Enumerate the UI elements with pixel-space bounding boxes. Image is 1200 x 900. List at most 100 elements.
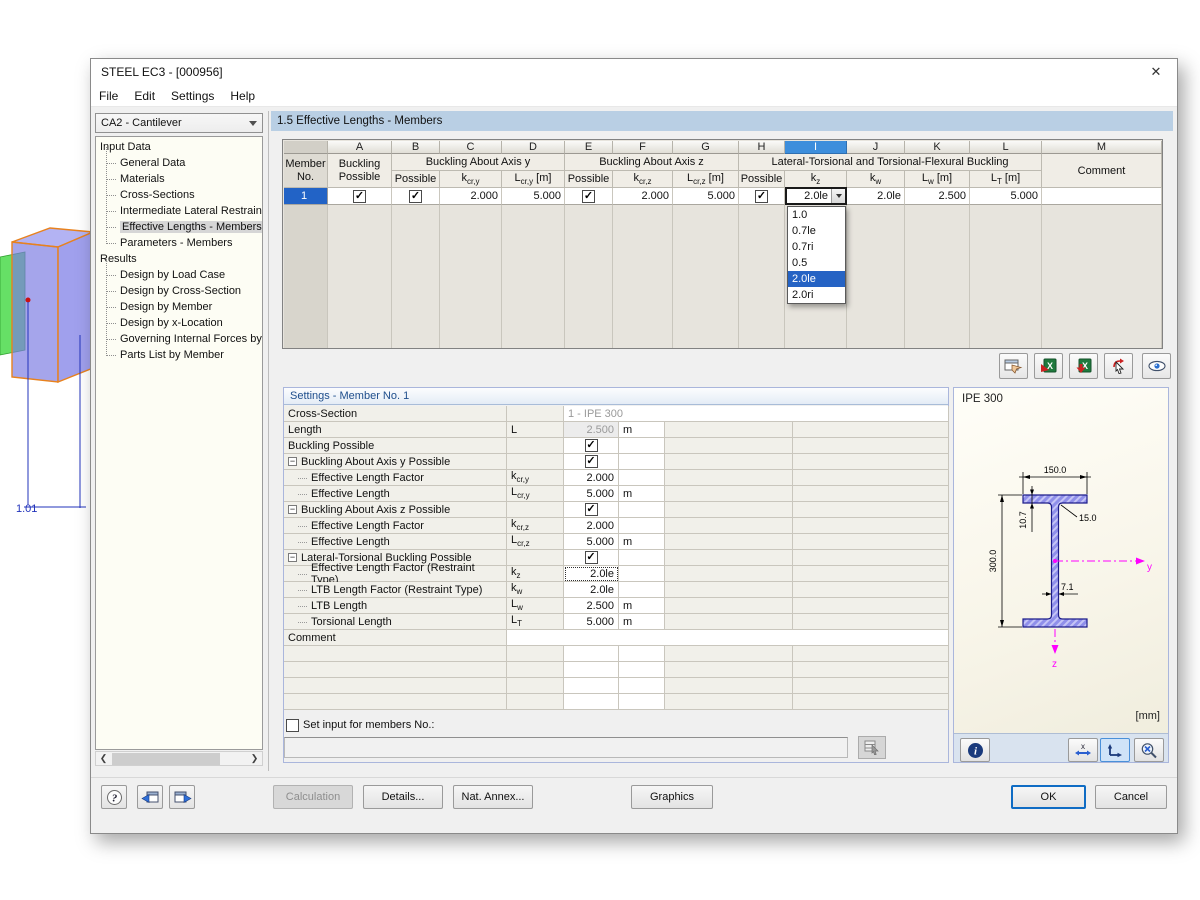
x-axis-view-button[interactable]: x (1068, 738, 1098, 762)
menu-item-file[interactable]: File (99, 89, 118, 103)
pick-member-button[interactable] (1104, 353, 1133, 379)
settings-row-comment-value[interactable] (507, 630, 949, 646)
column-letter-J[interactable]: J (847, 141, 905, 154)
settings-row-buckling-about-axis-y-possible-checkbox[interactable]: ✓ (585, 455, 598, 468)
menu-item-help[interactable]: Help (230, 89, 255, 103)
dropdown-option-0_7le[interactable]: 0.7le (788, 223, 845, 239)
settings-row-cross-section-value[interactable]: 1 - IPE 300 (564, 406, 949, 422)
tree-horizontal-scrollbar[interactable]: ❮ ❯ (95, 751, 263, 766)
cancel-button[interactable]: Cancel (1095, 785, 1167, 809)
axes-view-button[interactable] (1100, 738, 1130, 762)
k-cr-z-cell[interactable]: 2.000 (613, 188, 673, 205)
details-button[interactable]: Details... (363, 785, 443, 809)
settings-row-lateral-torsional-buckling-possible-checkbox[interactable]: ✓ (585, 551, 598, 564)
possible-ltb-checkbox[interactable]: ✓ (755, 190, 768, 203)
import-excel-button[interactable]: X (1069, 353, 1098, 379)
settings-row-ltb-length-factor-restraint-type--value[interactable]: 2.0le (564, 582, 619, 598)
nat-annex-button[interactable]: Nat. Annex... (453, 785, 533, 809)
settings-row-effective-length-factor-value[interactable]: 2.000 (564, 518, 619, 534)
collapse-icon[interactable]: − (288, 553, 297, 562)
dropdown-option-1_0[interactable]: 1.0 (788, 207, 845, 223)
sidebar-item-design-by-cross-section[interactable]: Design by Cross-Section (96, 283, 262, 299)
sidebar-item-parts-list-by-member[interactable]: Parts List by Member (96, 347, 262, 363)
collapse-icon[interactable]: − (288, 457, 297, 466)
member-row-header[interactable]: 1 (284, 188, 328, 205)
column-letter-M[interactable]: M (1042, 141, 1162, 154)
close-icon[interactable]: ✕ (1145, 63, 1167, 81)
scroll-left-icon[interactable]: ❮ (96, 753, 111, 764)
kz-dropdown-button[interactable] (831, 189, 845, 203)
settings-row-buckling-about-axis-z-possible-value[interactable]: ✓ (564, 502, 619, 518)
column-letter-I[interactable]: I (785, 141, 847, 154)
settings-row-buckling-about-axis-z-possible-checkbox[interactable]: ✓ (585, 503, 598, 516)
dropdown-option-0_7ri[interactable]: 0.7ri (788, 239, 845, 255)
settings-row-effective-length-value[interactable]: 5.000 (564, 486, 619, 502)
settings-row-length-value[interactable]: 2.500 (564, 422, 619, 438)
k-w-cell[interactable]: 2.0le (847, 188, 905, 205)
previous-window-button[interactable] (137, 785, 163, 809)
dropdown-option-2_0ri[interactable]: 2.0ri (788, 287, 845, 303)
possible-z-checkbox[interactable]: ✓ (582, 190, 595, 203)
column-letter-F[interactable]: F (613, 141, 673, 154)
members-list-input[interactable] (284, 737, 848, 758)
settings-row-effective-length-value[interactable]: 5.000 (564, 534, 619, 550)
settings-row-buckling-possible-checkbox[interactable]: ✓ (585, 439, 598, 452)
scroll-right-icon[interactable]: ❯ (247, 753, 262, 764)
sidebar-item-materials[interactable]: Materials (96, 171, 262, 187)
sidebar-item-results[interactable]: Results (96, 251, 262, 267)
column-letter-B[interactable]: B (392, 141, 440, 154)
possible-z-cell[interactable]: ✓ (565, 188, 613, 205)
ok-button[interactable]: OK (1011, 785, 1086, 809)
column-letter-L[interactable]: L (970, 141, 1042, 154)
column-letter-G[interactable]: G (673, 141, 739, 154)
sidebar-item-cross-sections[interactable]: Cross-Sections (96, 187, 262, 203)
sidebar-item-parameters-members[interactable]: Parameters - Members (96, 235, 262, 251)
menu-item-settings[interactable]: Settings (171, 89, 214, 103)
dropdown-option-2_0le[interactable]: 2.0le (788, 271, 845, 287)
settings-row-ltb-length-value[interactable]: 2.500 (564, 598, 619, 614)
sidebar-item-input-data[interactable]: Input Data (96, 139, 262, 155)
help-button[interactable]: ? (101, 785, 127, 809)
possible-y-cell[interactable]: ✓ (392, 188, 440, 205)
graphics-button[interactable]: Graphics (631, 785, 713, 809)
possible-ltb-cell[interactable]: ✓ (739, 188, 785, 205)
l-cr-y-cell[interactable]: 5.000 (502, 188, 565, 205)
l-cr-z-cell[interactable]: 5.000 (673, 188, 739, 205)
settings-row-lateral-torsional-buckling-possible-value[interactable]: ✓ (564, 550, 619, 566)
export-excel-button[interactable]: X (1034, 353, 1063, 379)
scrollbar-thumb[interactable] (112, 753, 220, 765)
kz-combobox[interactable]: 2.0le (785, 187, 847, 205)
settings-row-effective-length-factor-restraint-type--value[interactable]: 2.0le (564, 566, 619, 582)
column-letter-K[interactable]: K (905, 141, 970, 154)
design-case-selector[interactable]: CA2 - Cantilever (95, 113, 263, 133)
settings-row-torsional-length-value[interactable]: 5.000 (564, 614, 619, 630)
pick-members-button[interactable] (858, 736, 886, 759)
comment-cell[interactable] (1042, 188, 1162, 205)
set-input-checkbox[interactable] (286, 719, 299, 732)
apply-to-graphic-button[interactable] (999, 353, 1028, 379)
sidebar-item-design-by-member[interactable]: Design by Member (96, 299, 262, 315)
sidebar-item-general-data[interactable]: General Data (96, 155, 262, 171)
dropdown-option-0_5[interactable]: 0.5 (788, 255, 845, 271)
column-letter-D[interactable]: D (502, 141, 565, 154)
sidebar-item-intermediate-lateral-restraints[interactable]: Intermediate Lateral Restraints (96, 203, 262, 219)
sidebar-item-design-by-load-case[interactable]: Design by Load Case (96, 267, 262, 283)
buckling-possible-cell[interactable]: ✓ (328, 188, 392, 205)
settings-row-buckling-about-axis-z-possible-label[interactable]: −Buckling About Axis z Possible (284, 502, 507, 518)
column-letter-E[interactable]: E (565, 141, 613, 154)
next-window-button[interactable] (169, 785, 195, 809)
column-letter-H[interactable]: H (739, 141, 785, 154)
possible-y-checkbox[interactable]: ✓ (409, 190, 422, 203)
sidebar-item-design-by-x-location[interactable]: Design by x-Location (96, 315, 262, 331)
info-button[interactable]: i (960, 738, 990, 762)
collapse-icon[interactable]: − (288, 505, 297, 514)
column-letter-C[interactable]: C (440, 141, 502, 154)
zoom-reset-button[interactable] (1134, 738, 1164, 762)
l-w-cell[interactable]: 2.500 (905, 188, 970, 205)
settings-row-buckling-possible-value[interactable]: ✓ (564, 438, 619, 454)
column-letter-A[interactable]: A (328, 141, 392, 154)
view-button[interactable] (1142, 353, 1171, 379)
sidebar-item-governing-internal-forces-by-m[interactable]: Governing Internal Forces by M (96, 331, 262, 347)
buckling-possible-checkbox[interactable]: ✓ (353, 190, 366, 203)
settings-row-effective-length-factor-value[interactable]: 2.000 (564, 470, 619, 486)
